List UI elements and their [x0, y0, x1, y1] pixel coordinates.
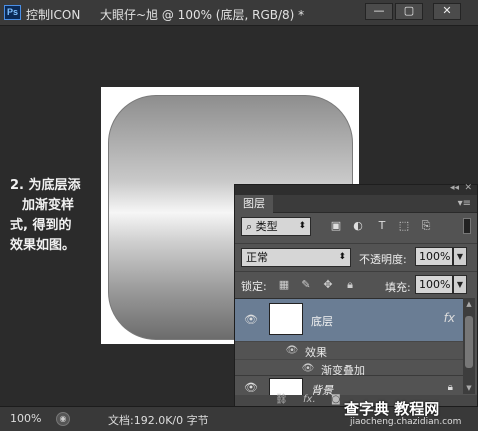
scroll-down-icon[interactable]: ▼ [463, 384, 475, 394]
blend-mode-select[interactable]: 正常 ⬍ [241, 248, 351, 267]
scroll-thumb[interactable] [465, 316, 473, 368]
info-icon[interactable]: ◉ [56, 412, 70, 426]
panel-menu-icon[interactable]: ▾≡ [458, 198, 471, 209]
eye-icon[interactable]: 👁︎ [301, 362, 315, 376]
mask-icon[interactable]: ◙ [331, 394, 341, 405]
type-filter-icon[interactable]: T [375, 219, 389, 233]
collapse-icon[interactable]: ◂◂ [450, 183, 459, 193]
layer-thumbnail [269, 303, 303, 335]
panel-close-icon[interactable]: ✕ [464, 183, 472, 193]
effects-label: 效果 [305, 346, 327, 359]
note-line: 加渐变样 [22, 198, 75, 213]
layer-list: 👁︎ 底层 fx 👁︎ 效果 👁︎ 渐变叠加 👁︎ 背景 🔒︎ [235, 298, 463, 398]
layer-name: 底层 [311, 315, 333, 328]
eye-icon[interactable]: 👁︎ [285, 344, 299, 358]
stepper-icon: ⬍ [338, 252, 346, 262]
fill-label: 填充: [385, 281, 411, 294]
opacity-dropdown-icon[interactable]: ▼ [453, 247, 467, 266]
app-title: 控制ICON [26, 8, 81, 22]
fx-menu-icon[interactable]: fx. [303, 394, 316, 405]
blend-row: 正常 ⬍ 不透明度: 100% ▼ [235, 243, 477, 269]
fill-dropdown-icon[interactable]: ▼ [453, 275, 467, 294]
restore-button[interactable]: ▢ [395, 3, 423, 20]
watermark-url: jiaocheng.chazidian.com [350, 417, 462, 427]
layer-row-base[interactable]: 👁︎ 底层 fx [235, 299, 463, 341]
note-line: 式, 得到的 [10, 218, 72, 233]
scroll-up-icon[interactable]: ▲ [463, 300, 475, 310]
note-line: 效果如图。 [10, 238, 76, 253]
eye-icon[interactable]: 👁︎ [243, 312, 259, 328]
title-bar: Ps 控制ICON 大眼仔~旭 @ 100% (底层, RGB/8) * — ▢… [0, 0, 478, 26]
fx-icon[interactable]: fx [444, 311, 455, 325]
filter-kind-select[interactable]: ⌕ 类型 ⬍ [241, 217, 311, 236]
lock-brush-icon[interactable]: ✎ [299, 278, 313, 292]
panel-tab-row: 图层 ▾≡ [235, 195, 477, 213]
document-title: 大眼仔~旭 @ 100% (底层, RGB/8) * [100, 8, 305, 22]
lock-label: 锁定: [241, 280, 267, 293]
shape-filter-icon[interactable]: ⬚ [397, 219, 411, 233]
note-line: 2. 为底层添 [10, 178, 81, 193]
lock-all-icon[interactable]: 🔒︎ [343, 278, 357, 292]
layer-scrollbar[interactable]: ▲ ▼ [463, 298, 475, 394]
lock-row: 锁定: ▦ ✎ ✥ 🔒︎ 填充: 100% ▼ [235, 271, 477, 297]
close-button[interactable]: ✕ [433, 3, 461, 20]
opacity-field[interactable]: 100% [415, 247, 453, 266]
layer-row-background[interactable]: 👁︎ 背景 🔒︎ [235, 375, 463, 398]
watermark: 查字典 教程网 [344, 400, 440, 418]
photoshop-logo-icon: Ps [4, 5, 21, 20]
eye-icon[interactable]: 👁︎ [243, 380, 259, 396]
layer-filter-row: ⌕ 类型 ⬍ ▣ ◐ T ⬚ ⎘ [235, 213, 477, 241]
search-icon: ⌕ [246, 220, 256, 233]
pixel-filter-icon[interactable]: ▣ [329, 219, 343, 233]
panel-header-strip: ◂◂ ✕ [235, 183, 477, 195]
lock-icon: 🔒︎ [447, 382, 453, 393]
filter-toggle[interactable] [463, 218, 471, 234]
tutorial-note: 2. 为底层添 加渐变样 式, 得到的 效果如图。 [10, 176, 106, 256]
smart-object-filter-icon[interactable]: ⎘ [419, 219, 433, 233]
minimize-button[interactable]: — [365, 3, 393, 20]
lock-move-icon[interactable]: ✥ [321, 278, 335, 292]
filter-kind-value: 类型 [255, 220, 278, 233]
blend-mode-value: 正常 [246, 251, 268, 264]
adjustment-filter-icon[interactable]: ◐ [351, 219, 365, 233]
zoom-field[interactable]: 100% [10, 412, 41, 425]
link-icon[interactable]: ⛓ [275, 394, 288, 405]
stepper-icon: ⬍ [298, 221, 306, 231]
fill-field[interactable]: 100% [415, 275, 453, 294]
tab-layers[interactable]: 图层 [235, 195, 273, 213]
lock-transparent-icon[interactable]: ▦ [277, 278, 291, 292]
layers-panel: ◂◂ ✕ 图层 ▾≡ ⌕ 类型 ⬍ ▣ ◐ T ⬚ ⎘ 正常 ⬍ 不透明度: 1… [234, 183, 478, 407]
document-info: 文档:192.0K/0 字节 [108, 414, 209, 427]
effects-row[interactable]: 👁︎ 效果 [235, 341, 463, 359]
opacity-label: 不透明度: [359, 253, 407, 266]
